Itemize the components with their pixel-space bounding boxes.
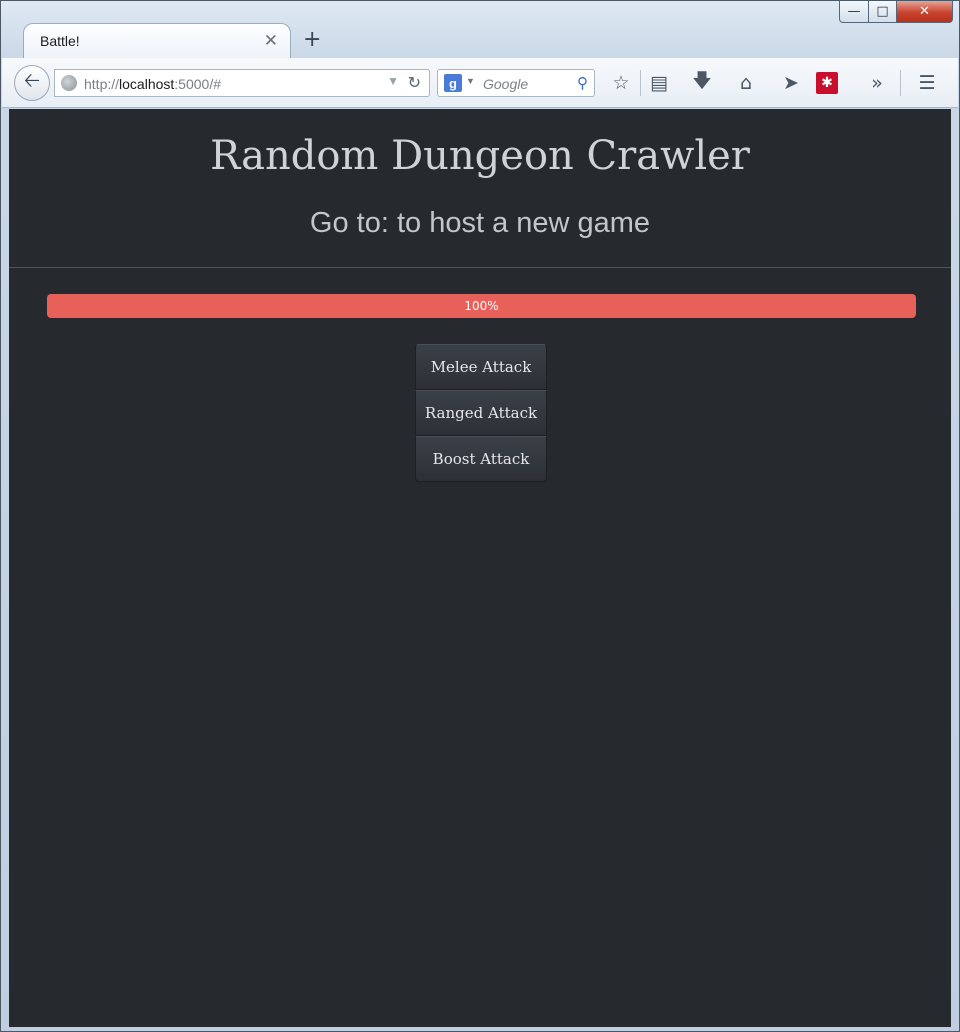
back-button[interactable]: 🡠	[14, 65, 50, 101]
engine-dropdown-icon[interactable]: ▼	[466, 76, 475, 86]
overflow-chevron-icon[interactable]: »	[864, 70, 890, 96]
globe-icon	[61, 75, 77, 91]
bookmarks-menu-icon[interactable]: ▤	[646, 70, 672, 96]
google-engine-icon[interactable]: g	[444, 74, 462, 92]
ranged-attack-button[interactable]: Ranged Attack	[415, 390, 547, 436]
page-title: Random Dungeon Crawler	[210, 133, 750, 179]
tab-close-icon[interactable]: ✕	[264, 31, 278, 51]
search-input[interactable]: Google	[483, 76, 528, 92]
melee-attack-button[interactable]: Melee Attack	[415, 344, 547, 390]
bookmark-star-icon[interactable]: ☆	[608, 70, 634, 96]
progress-label: 100%	[464, 299, 499, 313]
browser-window: — □ ✕ Battle! ✕ + 🡠 http://localhost:500…	[0, 0, 960, 1032]
reload-icon[interactable]: ↻	[408, 73, 421, 93]
back-arrow-icon: 🡠	[23, 68, 41, 92]
hamburger-menu-icon[interactable]: ☰	[914, 70, 940, 96]
downloads-icon[interactable]: 🡇	[689, 70, 715, 96]
url-bar[interactable]: http://localhost:5000/# ▼ ↻	[54, 69, 430, 97]
window-controls: — □ ✕	[839, 1, 953, 23]
addon-red-cross-icon[interactable]: ✱	[816, 72, 838, 94]
health-progress-bar: 100%	[47, 294, 916, 318]
toolbar-separator	[640, 70, 641, 96]
header-divider	[9, 267, 951, 268]
minimize-button[interactable]: —	[839, 1, 869, 23]
page-content: Random Dungeon Crawler Go to: to host a …	[9, 109, 951, 1027]
tab-battle[interactable]: Battle! ✕	[23, 23, 291, 59]
page-subtitle: Go to: to host a new game	[309, 207, 651, 239]
search-bar[interactable]: g ▼ Google ⚲	[437, 69, 595, 97]
send-icon[interactable]: ➤	[778, 70, 804, 96]
tab-title: Battle!	[40, 33, 80, 49]
navigation-toolbar: 🡠 http://localhost:5000/# ▼ ↻ g ▼ Google…	[2, 58, 958, 108]
new-tab-button[interactable]: +	[303, 27, 321, 52]
maximize-button[interactable]: □	[869, 1, 897, 23]
search-magnifier-icon[interactable]: ⚲	[577, 74, 588, 92]
close-window-button[interactable]: ✕	[897, 1, 953, 23]
url-text: http://localhost:5000/#	[84, 76, 222, 92]
attack-button-group: Melee Attack Ranged Attack Boost Attack	[415, 344, 547, 482]
toolbar-separator	[900, 70, 901, 96]
home-icon[interactable]: ⌂	[733, 70, 759, 96]
url-history-dropdown-icon[interactable]: ▼	[387, 74, 399, 88]
boost-attack-button[interactable]: Boost Attack	[415, 436, 547, 482]
